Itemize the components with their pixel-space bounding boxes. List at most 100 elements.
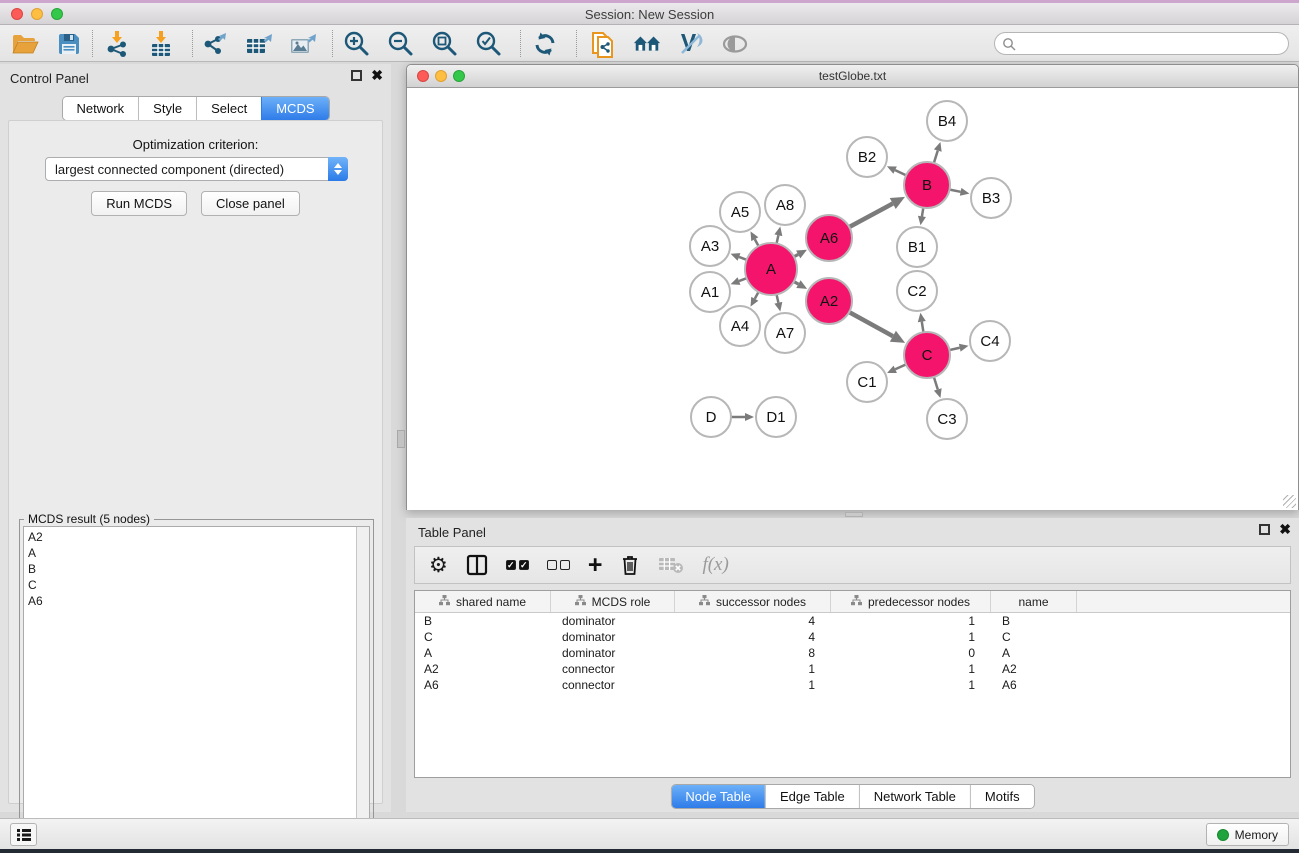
cell-successor-nodes[interactable]: 1 [675, 678, 831, 692]
node-C1[interactable]: C1 [847, 362, 887, 402]
node-A2[interactable]: A2 [806, 278, 852, 324]
table-float-panel-icon[interactable] [1259, 524, 1270, 535]
select-all-checkboxes-icon[interactable]: ✓✓ [506, 552, 529, 578]
cell-shared-name[interactable]: A [415, 646, 551, 660]
cell-predecessor-nodes[interactable]: 1 [831, 614, 991, 628]
window-resize-grip[interactable] [1283, 495, 1296, 508]
cell-MCDS-role[interactable]: dominator [551, 614, 675, 628]
import-network-icon[interactable] [102, 29, 132, 59]
node-B2[interactable]: B2 [847, 137, 887, 177]
run-mcds-button[interactable]: Run MCDS [91, 191, 187, 216]
result-item[interactable]: A2 [28, 529, 369, 545]
cell-successor-nodes[interactable]: 1 [675, 662, 831, 676]
node-A8[interactable]: A8 [765, 185, 805, 225]
zoom-out-icon[interactable] [386, 29, 416, 59]
node-B1[interactable]: B1 [897, 227, 937, 267]
node-A1[interactable]: A1 [690, 272, 730, 312]
cell-predecessor-nodes[interactable]: 1 [831, 630, 991, 644]
cell-predecessor-nodes[interactable]: 1 [831, 678, 991, 692]
node-C2[interactable]: C2 [897, 271, 937, 311]
tab-mcds[interactable]: MCDS [261, 97, 328, 120]
cell-MCDS-role[interactable]: connector [551, 662, 675, 676]
cell-successor-nodes[interactable]: 4 [675, 614, 831, 628]
function-builder-icon[interactable]: f(x) [702, 552, 728, 578]
column-header-MCDS-role[interactable]: MCDS role [551, 591, 675, 612]
cell-shared-name[interactable]: B [415, 614, 551, 628]
hide-selected-icon[interactable] [676, 29, 706, 59]
node-B4[interactable]: B4 [927, 101, 967, 141]
table-options-gear-icon[interactable]: ⚙ [429, 552, 448, 578]
search-field[interactable] [994, 32, 1289, 55]
tab-select[interactable]: Select [196, 97, 261, 120]
table-row-C[interactable]: Cdominator41C [415, 629, 1290, 645]
network-window-titlebar[interactable]: testGlobe.txt [407, 65, 1298, 88]
cell-MCDS-role[interactable]: connector [551, 678, 675, 692]
vertical-split-handle[interactable] [397, 430, 405, 448]
open-session-icon[interactable] [10, 29, 40, 59]
edge-A6-B[interactable] [848, 204, 892, 228]
show-hidden-eye-icon[interactable] [720, 29, 750, 59]
delete-table-icon[interactable] [658, 552, 684, 578]
duplicate-network-icon[interactable] [588, 29, 618, 59]
deselect-all-checkboxes-icon[interactable] [547, 552, 570, 578]
node-C4[interactable]: C4 [970, 321, 1010, 361]
zoom-selected-icon[interactable] [474, 29, 504, 59]
tab-motifs[interactable]: Motifs [970, 785, 1034, 808]
node-C[interactable]: C [904, 332, 950, 378]
cell-name[interactable]: A [991, 646, 1077, 660]
cell-name[interactable]: B [991, 614, 1077, 628]
save-session-icon[interactable] [54, 29, 84, 59]
add-column-icon[interactable]: + [588, 552, 603, 578]
column-header-name[interactable]: name [991, 591, 1077, 612]
node-C3[interactable]: C3 [927, 399, 967, 439]
result-item[interactable]: B [28, 561, 369, 577]
refresh-icon[interactable] [530, 29, 560, 59]
cell-successor-nodes[interactable]: 4 [675, 630, 831, 644]
search-input[interactable] [1020, 37, 1275, 51]
result-item[interactable]: A6 [28, 593, 369, 609]
tab-node-table[interactable]: Node Table [671, 785, 765, 808]
column-header-predecessor-nodes[interactable]: predecessor nodes [831, 591, 991, 612]
node-D1[interactable]: D1 [756, 397, 796, 437]
delete-column-trash-icon[interactable] [620, 552, 640, 578]
cell-name[interactable]: C [991, 630, 1077, 644]
column-selector-icon[interactable] [466, 552, 488, 578]
tab-edge-table[interactable]: Edge Table [765, 785, 859, 808]
first-neighbors-icon[interactable] [632, 29, 662, 59]
result-item[interactable]: C [28, 577, 369, 593]
horizontal-split-handle[interactable] [845, 512, 863, 517]
cell-name[interactable]: A6 [991, 678, 1077, 692]
optimization-criterion-select[interactable]: largest connected component (directed) [45, 157, 348, 181]
float-panel-icon[interactable] [351, 70, 362, 81]
table-row-B[interactable]: Bdominator41B [415, 613, 1290, 629]
cell-name[interactable]: A2 [991, 662, 1077, 676]
memory-button[interactable]: Memory [1206, 823, 1289, 846]
table-row-A2[interactable]: A2connector11A2 [415, 661, 1290, 677]
node-A5[interactable]: A5 [720, 192, 760, 232]
table-row-A6[interactable]: A6connector11A6 [415, 677, 1290, 693]
export-network-icon[interactable] [200, 29, 230, 59]
node-A3[interactable]: A3 [690, 226, 730, 266]
node-D[interactable]: D [691, 397, 731, 437]
import-table-icon[interactable] [146, 29, 176, 59]
table-row-A[interactable]: Adominator80A [415, 645, 1290, 661]
cell-shared-name[interactable]: A6 [415, 678, 551, 692]
result-list-scrollbar[interactable] [356, 527, 369, 853]
edge-C-C3[interactable] [934, 376, 938, 389]
cell-MCDS-role[interactable]: dominator [551, 646, 675, 660]
tab-network[interactable]: Network [62, 97, 138, 120]
table-close-panel-icon[interactable]: ✖ [1279, 524, 1291, 535]
close-panel-button[interactable]: Close panel [201, 191, 300, 216]
network-canvas[interactable]: B4B2BB3A5A8A6B1A3AC2A1A2A4A7C4CC1C3DD1 [407, 88, 1298, 510]
column-header-shared-name[interactable]: shared name [415, 591, 551, 612]
zoom-fit-icon[interactable] [430, 29, 460, 59]
zoom-in-icon[interactable] [342, 29, 372, 59]
column-header-successor-nodes[interactable]: successor nodes [675, 591, 831, 612]
task-history-button[interactable] [10, 823, 37, 846]
node-A[interactable]: A [745, 243, 797, 295]
cell-predecessor-nodes[interactable]: 0 [831, 646, 991, 660]
export-image-icon[interactable] [288, 29, 318, 59]
edge-A2-C[interactable] [848, 312, 893, 337]
node-B[interactable]: B [904, 162, 950, 208]
cell-shared-name[interactable]: A2 [415, 662, 551, 676]
